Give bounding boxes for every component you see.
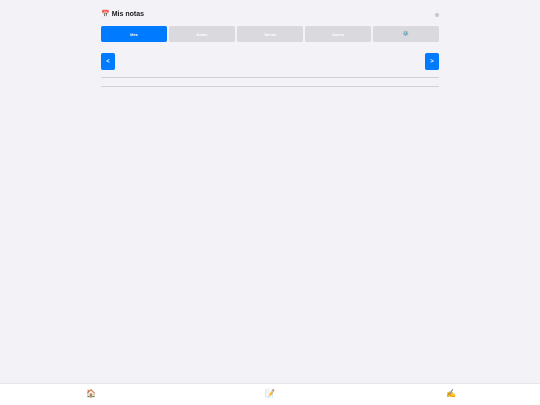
app-root: 📅 Mis notas Mes Notas Tareas Nuevo ⚙️ < >… xyxy=(0,0,540,405)
header: 📅 Mis notas xyxy=(101,9,439,21)
writing-hand-icon[interactable]: ✍️ xyxy=(446,389,456,399)
memo-icon[interactable]: 📝 xyxy=(265,389,275,399)
calendar-icon: 📅 xyxy=(101,11,110,18)
gear-icon: ⚙️ xyxy=(402,31,410,37)
divider-top xyxy=(101,77,439,78)
tab-tareas[interactable]: Tareas xyxy=(237,26,303,42)
bottom-nav-bar: 🏠 📝 ✍️ xyxy=(0,383,540,405)
home-icon[interactable]: 🏠 xyxy=(86,389,96,399)
divider-bottom xyxy=(101,86,439,87)
tab-nuevo[interactable]: Nuevo xyxy=(305,26,371,42)
prev-month-button[interactable]: < xyxy=(101,53,115,70)
tab-notas[interactable]: Notas xyxy=(169,26,235,42)
page-title-text: Mis notas xyxy=(111,11,145,18)
page-title: 📅 Mis notas xyxy=(101,9,144,21)
tab-settings[interactable]: ⚙️ xyxy=(373,26,439,42)
tab-mes[interactable]: Mes xyxy=(101,26,167,42)
next-month-button[interactable]: > xyxy=(425,53,439,70)
tab-bar: Mes Notas Tareas Nuevo ⚙️ xyxy=(101,26,439,42)
status-dot xyxy=(435,13,439,17)
